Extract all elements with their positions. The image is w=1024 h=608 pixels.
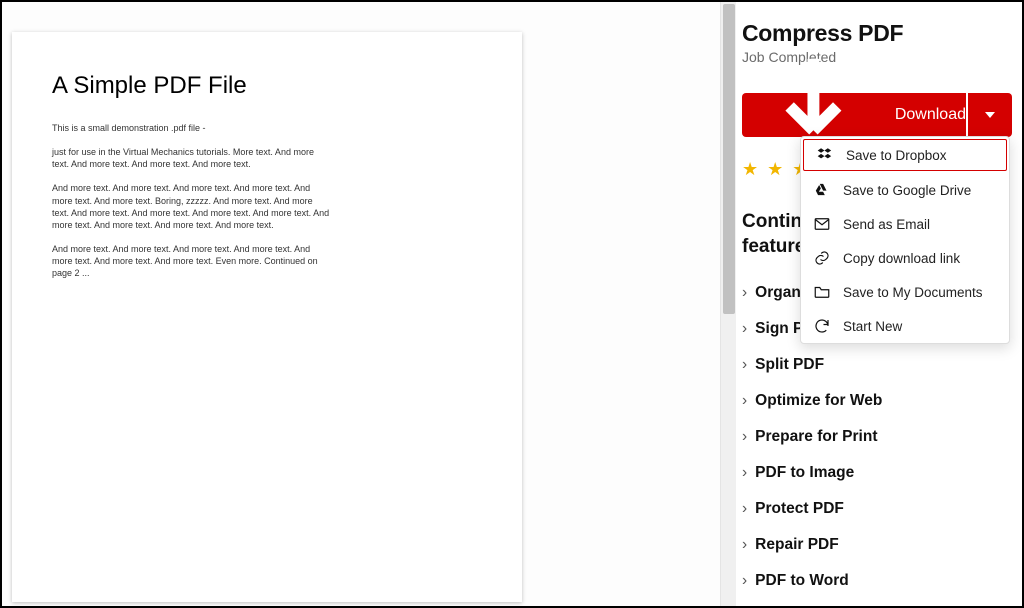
menu-item-label: Copy download link xyxy=(843,251,960,266)
menu-item-label: Save to Dropbox xyxy=(846,148,947,163)
menu-item-save-google-drive[interactable]: Save to Google Drive xyxy=(801,173,1009,207)
link-icon xyxy=(813,249,831,267)
feature-item-optimize-web[interactable]: Optimize for Web xyxy=(742,383,1012,419)
feature-item-prepare-print[interactable]: Prepare for Print xyxy=(742,419,1012,455)
feature-item-protect-pdf[interactable]: Protect PDF xyxy=(742,491,1012,527)
download-button-label: Download xyxy=(895,106,966,124)
feature-item-repair-pdf[interactable]: Repair PDF xyxy=(742,527,1012,563)
google-drive-icon xyxy=(813,181,831,199)
feature-item-pdf-to-image[interactable]: PDF to Image xyxy=(742,455,1012,491)
feature-item-split-pdf[interactable]: Split PDF xyxy=(742,347,1012,383)
download-dropdown-toggle[interactable] xyxy=(968,93,1012,137)
pdf-paragraph: And more text. And more text. And more t… xyxy=(52,243,332,279)
pdf-paragraph: And more text. And more text. And more t… xyxy=(52,182,332,231)
menu-item-save-dropbox[interactable]: Save to Dropbox xyxy=(803,139,1007,171)
pdf-paragraph: This is a small demonstration .pdf file … xyxy=(52,122,332,134)
preview-scrollbar-track[interactable]: ▴ xyxy=(720,2,736,606)
menu-item-copy-link[interactable]: Copy download link xyxy=(801,241,1009,275)
menu-item-save-my-documents[interactable]: Save to My Documents xyxy=(801,275,1009,309)
menu-item-start-new[interactable]: Start New xyxy=(801,309,1009,343)
pdf-paragraph: just for use in the Virtual Mechanics tu… xyxy=(52,146,332,170)
pdf-doc-title: A Simple PDF File xyxy=(52,72,482,100)
chevron-down-icon xyxy=(985,112,995,118)
pdf-page: A Simple PDF File This is a small demons… xyxy=(12,32,522,602)
app-frame: A Simple PDF File This is a small demons… xyxy=(0,0,1024,608)
refresh-icon xyxy=(813,317,831,335)
pdf-preview-pane: A Simple PDF File This is a small demons… xyxy=(2,2,736,606)
dropbox-icon xyxy=(816,146,834,164)
menu-item-send-email[interactable]: Send as Email xyxy=(801,207,1009,241)
menu-item-label: Start New xyxy=(843,319,902,334)
download-button[interactable]: Download xyxy=(742,93,966,137)
menu-item-label: Send as Email xyxy=(843,217,930,232)
menu-item-label: Save to My Documents xyxy=(843,285,983,300)
envelope-icon xyxy=(813,215,831,233)
download-dropdown-menu: Save to Dropbox Save to Google Drive Sen… xyxy=(800,136,1010,344)
preview-scrollbar-thumb[interactable] xyxy=(723,4,735,314)
feature-item-pdf-to-excel[interactable]: PDF to Excel xyxy=(742,599,1012,608)
folder-icon xyxy=(813,283,831,301)
side-panel: Compress PDF Job Completed Download ★ ★ … xyxy=(736,2,1022,606)
menu-item-label: Save to Google Drive xyxy=(843,183,971,198)
feature-item-pdf-to-word[interactable]: PDF to Word xyxy=(742,563,1012,599)
download-button-group: Download xyxy=(742,93,1012,137)
